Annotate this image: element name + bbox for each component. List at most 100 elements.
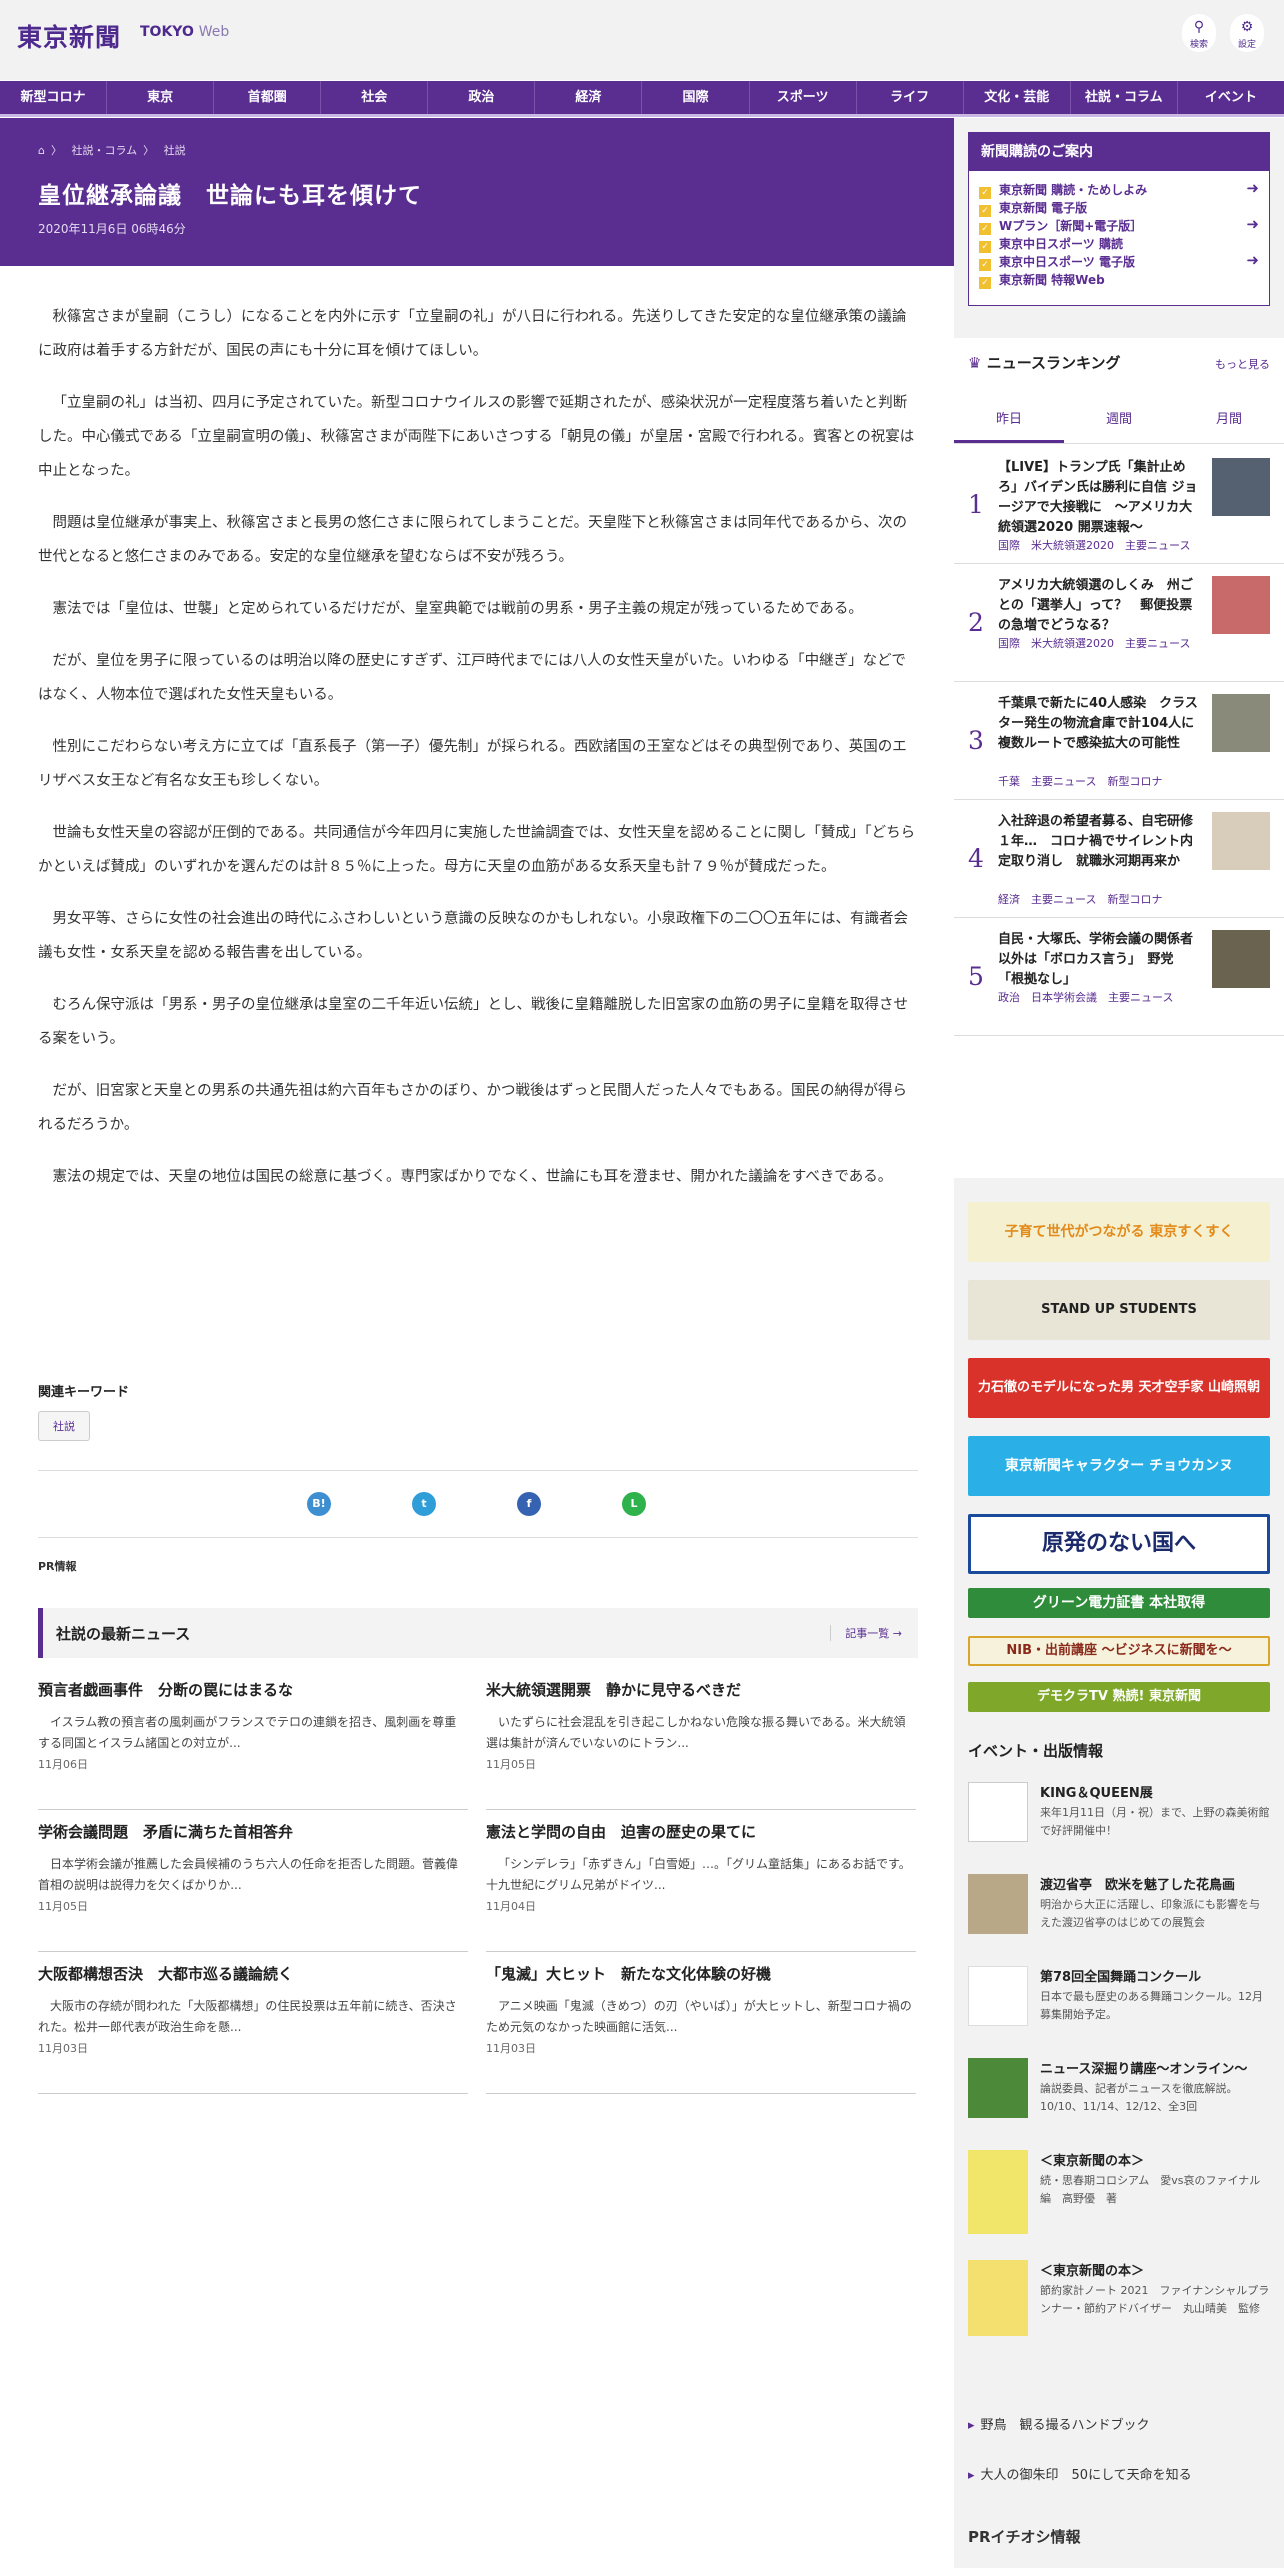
thumbnail [1212,812,1270,870]
event-thumbnail [968,2058,1028,2118]
banner-yamazaki[interactable]: 力石徹のモデルになった男 天才空手家 山崎照朝 [968,1358,1270,1418]
login-arrow-icon[interactable]: ➜ [1246,179,1259,197]
event-thumbnail [968,2150,1028,2234]
gear-icon: ⚙ [1240,19,1254,35]
event-item[interactable]: ＜東京新聞の本＞ 続・思春期コロシアム 愛vs哀のファイナル編 高野優 著 [968,2150,1274,2240]
article-body: 秋篠宮さまが皇嗣（こうし）になることを内外に示す「立皇嗣の礼」が八日に行われる。… [38,300,918,1212]
ranking-item[interactable]: 1 【LIVE】トランプ氏「集計止めろ」バイデン氏は勝利に自信 ジョージアで大接戦… [954,446,1284,564]
thumbnail [1212,694,1270,752]
twitter-icon[interactable]: t [412,1492,436,1516]
nav-item[interactable]: 新型コロナ [0,81,106,114]
latest-news-item[interactable]: 大阪都構想否決 大都市巡る議論続く 大阪市の存続が問われた「大阪都構想」の住民投票… [38,1964,468,2094]
banner-democra-tv[interactable]: デモクラTV 熟読! 東京新聞 [968,1682,1270,1712]
article-paragraph: 秋篠宮さまが皇嗣（こうし）になることを内外に示す「立皇嗣の礼」が八日に行われる。… [38,309,907,359]
ranking-more-link[interactable]: もっと見る [1215,356,1270,372]
nav-item[interactable]: 国際 [641,81,748,114]
check-icon: ✓ [979,223,991,235]
subscription-item[interactable]: ✓ 東京中日スポーツ 購読 [979,235,1123,253]
tab-weekly[interactable]: 週間 [1064,396,1174,443]
chevron-right-icon: ▸ [968,2418,975,2433]
tab-monthly[interactable]: 月間 [1174,396,1284,443]
subscription-item[interactable]: ✓ 東京新聞 特報Web [979,271,1105,289]
event-thumbnail [968,1966,1028,2026]
banner-tokyo-sukusuku[interactable]: 子育て世代がつながる 東京すくすく [968,1202,1270,1262]
banner-green-power[interactable]: グリーン電力証書 本社取得 [968,1588,1270,1618]
ranking-title: ♛ ニュースランキング [968,354,1121,372]
nav-item[interactable]: スポーツ [748,81,856,114]
home-icon[interactable]: ⌂ [38,144,45,157]
tab-yesterday[interactable]: 昨日 [954,396,1064,443]
settings-button[interactable]: ⚙ 設定 [1230,14,1264,52]
sidebar: 新聞購読のご案内 ✓ 東京新聞 購読・ためしよみ ✓ 東京新聞 電子版 ✓ Wプラン［… [954,118,1284,2568]
nav-item[interactable]: 東京 [106,81,213,114]
keyword-tag[interactable]: 社説 [38,1411,90,1441]
article-paragraph: むろん保守派は「男系・男子の皇位継承は皇室の二千年近い伝統」とし、戦後に皇籍離脱… [38,997,908,1047]
hatena-bookmark-icon[interactable]: B! [307,1492,331,1516]
ranking-panel: ♛ ニュースランキング もっと見る 昨日 週間 月間 1 【LIVE】トランプ氏「… [954,338,1284,1178]
nav-item[interactable]: 政治 [427,81,534,114]
pr-recommend-title: PRイチオシ情報 [968,2528,1081,2546]
article-paragraph: 男女平等、さらに女性の社会進出の時代にふさわしいという意識の反映なのかもしれない… [38,911,908,961]
latest-news-item[interactable]: 学術会議問題 矛盾に満ちた首相答弁 日本学術会議が推薦した会員候補のうち六人の任命… [38,1822,468,1952]
nav-item[interactable]: 社会 [320,81,427,114]
thumbnail [1212,930,1270,988]
nav-item[interactable]: 首都圏 [213,81,320,114]
sidebar-link[interactable]: ▸ 野鳥 観る撮るハンドブック [968,2414,1150,2433]
sidebar-link[interactable]: ▸ 大人の御朱印 50にして天命を知る [968,2464,1192,2483]
latest-news-item[interactable]: 「鬼滅」大ヒット 新たな文化体験の好機 アニメ映画「鬼滅（きめつ）の刃（やいば）」… [486,1964,916,2094]
nav-item[interactable]: 経済 [534,81,641,114]
subscription-box: 新聞購読のご案内 ✓ 東京新聞 購読・ためしよみ ✓ 東京新聞 電子版 ✓ Wプラン［… [968,132,1270,306]
divider [38,1537,918,1538]
latest-news-more-link[interactable]: 記事一覧 → [830,1625,902,1641]
banner-chokanne[interactable]: 東京新聞キャラクター チョウカンヌ [968,1436,1270,1496]
search-button[interactable]: ⚲ 検索 [1182,14,1216,52]
ranking-item[interactable]: 4 入社辞退の希望者募る、自宅研修１年… コロナ禍でサイレント内定取り消し 就職氷… [954,800,1284,918]
event-thumbnail [968,1782,1028,1842]
banner-stand-up-students[interactable]: STAND UP STUDENTS [968,1280,1270,1340]
article-paragraph: 憲法では「皇位は、世襲」と定められているだけだが、皇室典範では戦前の男系・男子主… [52,601,863,617]
thumbnail [1212,576,1270,634]
line-icon[interactable]: L [622,1492,646,1516]
check-icon: ✓ [979,277,991,289]
latest-news-item[interactable]: 米大統領選開票 静かに見守るべきだ いたずらに社会混乱を引き起こしかねない危険な振… [486,1680,916,1810]
facebook-icon[interactable]: f [517,1492,541,1516]
subscription-item[interactable]: ✓ 東京中日スポーツ 電子版 [979,253,1135,271]
ranking-item[interactable]: 3 千葉県で新たに40人感染 クラスター発生の物流倉庫で計104人に 複数ルートで… [954,682,1284,800]
subscription-item[interactable]: ✓ Wプラン［新聞+電子版］ [979,217,1142,235]
latest-news-header: 社説の最新ニュース 記事一覧 → [38,1608,918,1658]
main-nav: 新型コロナ 東京 首都圏 社会 政治 経済 国際 スポーツ ライフ 文化・芸能 … [0,80,1284,117]
thumbnail [1212,458,1270,516]
nav-item[interactable]: 社説・コラム [1069,81,1177,114]
site-logo[interactable]: 東京新聞 [17,18,121,54]
banner-nib[interactable]: NIB・出前講座 ～ビジネスに新聞を～ [968,1636,1270,1666]
nav-item[interactable]: 文化・芸能 [962,81,1070,114]
banner-no-nuclear[interactable]: 原発のない国へ [968,1514,1270,1574]
latest-news-item[interactable]: 預言者戯画事件 分断の罠にはまるな イスラム教の預言者の風刺画がフランスでテロの連… [38,1680,468,1810]
breadcrumb: ⌂ 〉 社説・コラム〉 社説 [38,144,186,157]
event-thumbnail [968,1874,1028,1934]
breadcrumb-item[interactable]: 社説 [164,144,186,157]
subscription-item[interactable]: ✓ 東京新聞 電子版 [979,199,1087,217]
event-item[interactable]: ＜東京新聞の本＞ 節約家計ノート 2021 ファイナンシャルプランナー・節約アドバ… [968,2260,1274,2340]
ranking-item[interactable]: 2 アメリカ大統領選のしくみ 州ごとの「選挙人」って？ 郵便投票の急増でどうなる？… [954,564,1284,682]
subscription-title: 新聞購読のご案内 [969,133,1269,171]
check-icon: ✓ [979,187,991,199]
logo-subtext: TOKYO Web [140,24,230,40]
article-paragraph: 性別にこだわらない考え方に立てば「直系長子（第一子）優先制」が採られる。西欧諸国… [38,739,907,789]
login-arrow-icon[interactable]: ➜ [1246,251,1259,269]
latest-news-title: 社説の最新ニュース [56,1625,191,1643]
subscription-item[interactable]: ✓ 東京新聞 購読・ためしよみ [979,181,1147,199]
login-arrow-icon[interactable]: ➜ [1246,215,1259,233]
nav-item[interactable]: ライフ [855,81,963,114]
nav-item[interactable]: イベント [1176,81,1284,114]
check-icon: ✓ [979,259,991,271]
latest-news-item[interactable]: 憲法と学問の自由 迫害の歴史の果てに 「シンデレラ」「赤ずきん」「白雪姫」…。「グ… [486,1822,916,1952]
check-icon: ✓ [979,241,991,253]
breadcrumb-item[interactable]: 社説・コラム [71,144,137,157]
article-paragraph: 世論も女性天皇の容認が圧倒的である。共同通信が今年四月に実施した世論調査では、女… [38,825,916,875]
ranking-item[interactable]: 5 自民・大塚氏、学術会議の関係者以外は「ボロカス言う」 野党「根拠なし」 政治 日… [954,918,1284,1036]
article-paragraph: だが、皇位を男子に限っているのは明治以降の歴史にすぎず、江戸時代までには八人の女… [38,653,906,703]
keywords-label: 関連キーワード [38,1385,130,1400]
page-title: 皇位継承論議 世論にも耳を傾けて [38,183,422,209]
article-paragraph: だが、旧宮家と天皇との男系の共通先祖は約六百年もさかのぼり、かつ戦後はずっと民間… [38,1083,907,1133]
